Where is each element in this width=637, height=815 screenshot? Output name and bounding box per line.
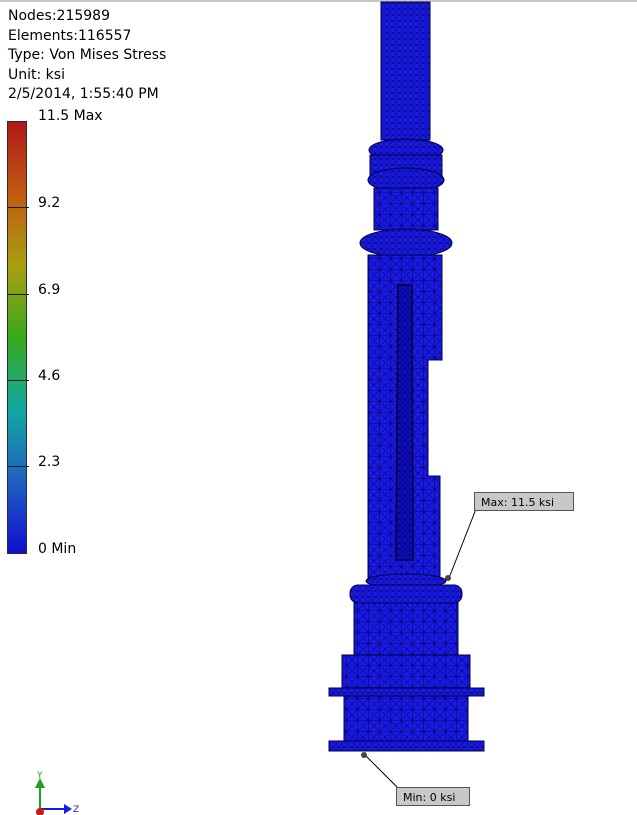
- triad-z-label: Z: [73, 805, 80, 815]
- z-axis-arrow: [64, 804, 72, 814]
- min-callout[interactable]: Min: 0 ksi: [396, 787, 470, 806]
- min-probe-marker[interactable]: [361, 752, 367, 758]
- triad-y-label: Y: [37, 771, 43, 781]
- stress-model[interactable]: [328, 1, 485, 752]
- max-probe-marker[interactable]: [445, 575, 451, 581]
- max-callout[interactable]: Max: 11.5 ksi: [474, 492, 574, 511]
- min-leader-line: [364, 754, 401, 791]
- view-triad[interactable]: [22, 768, 92, 815]
- max-leader-line: [448, 508, 477, 579]
- model-viewport[interactable]: [0, 0, 637, 815]
